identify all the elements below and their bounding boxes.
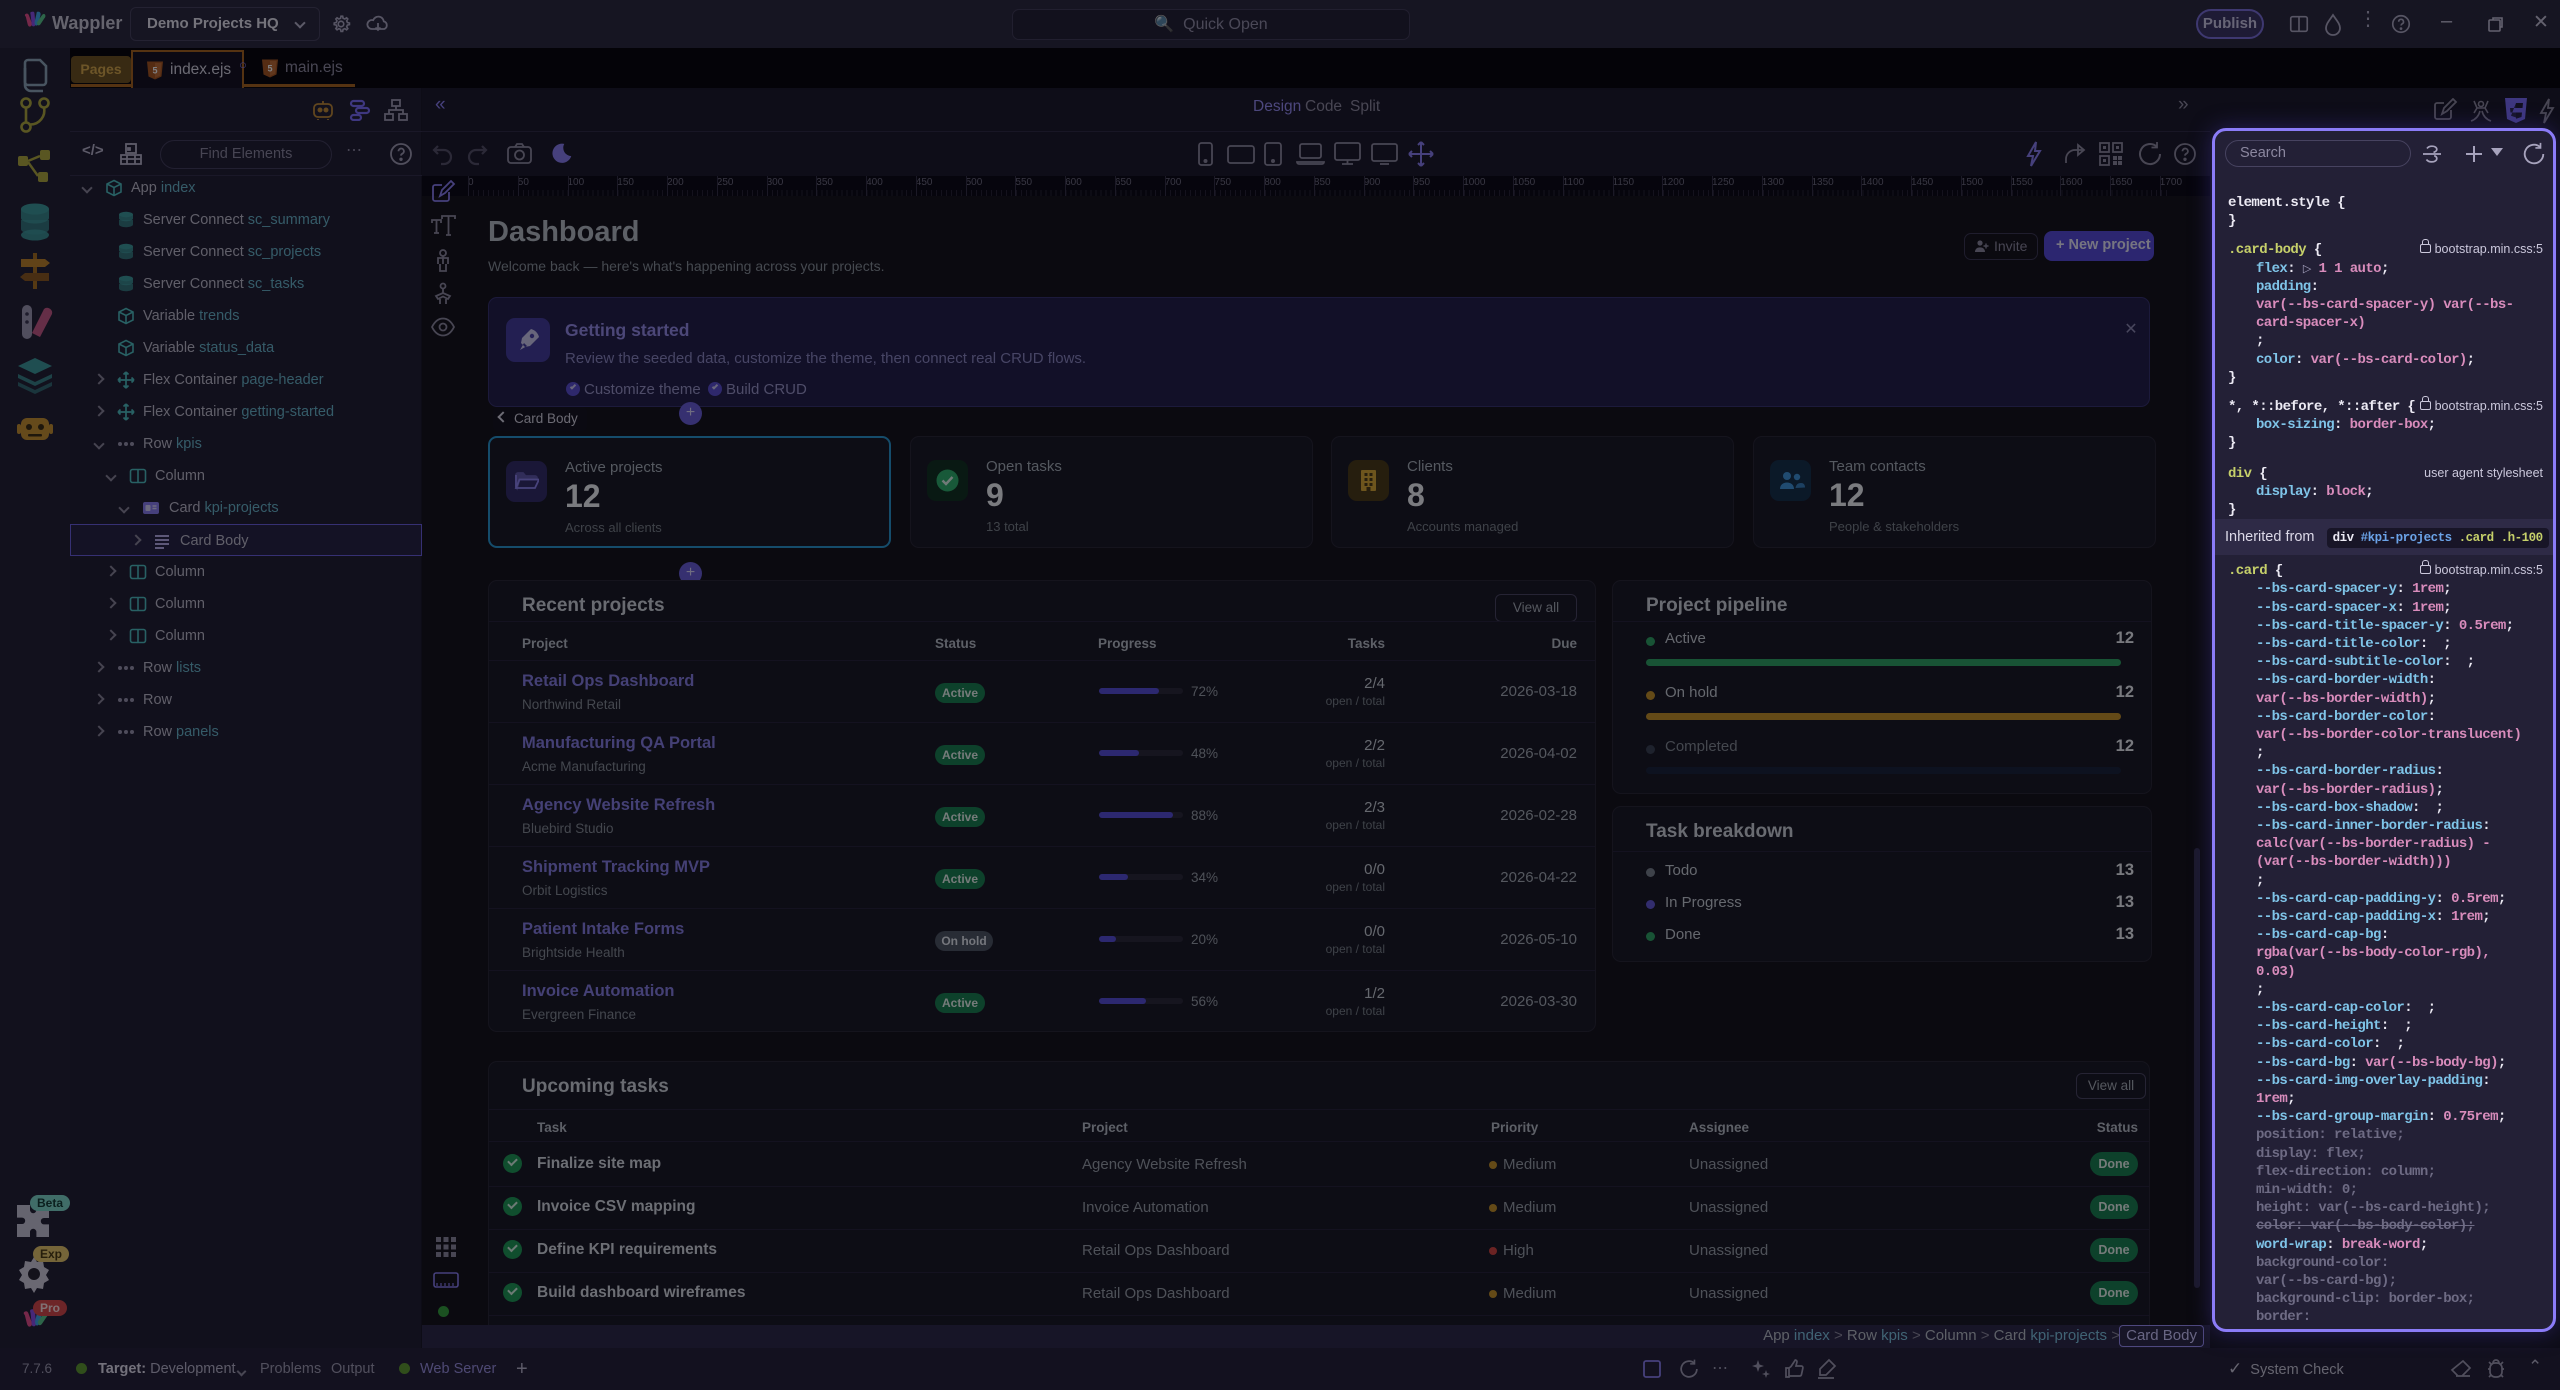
svg-text:5: 5 [152, 66, 157, 76]
svg-text:5: 5 [267, 64, 272, 74]
